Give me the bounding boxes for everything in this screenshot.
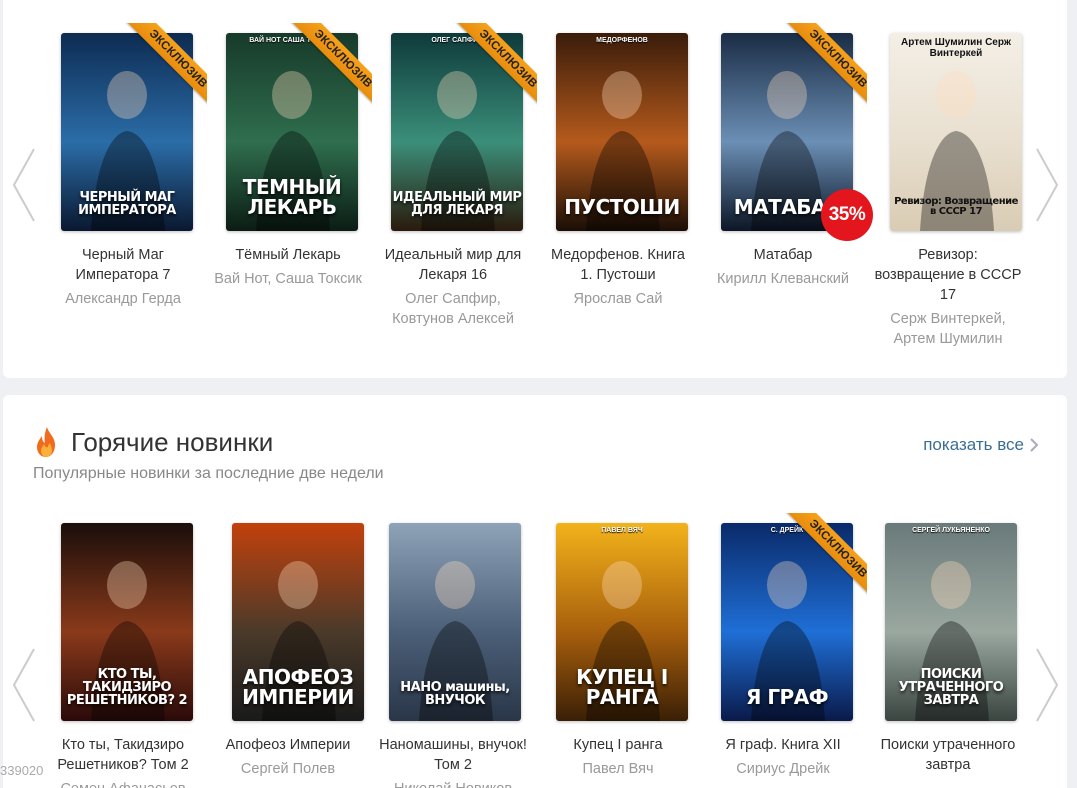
book-card[interactable]: КУПЕЦ I РАНГА ПАВЕЛ ВЯЧ Купец I ранга Павел… xyxy=(543,395,693,777)
corner-id-label: 339020 xyxy=(0,763,44,778)
book-title[interactable]: Медорфенов. Книга 1. Пустоши xyxy=(543,245,693,285)
cover-title-text: ПОИСКИ УТРАЧЕННОГО ЗАВТРА xyxy=(898,667,1004,708)
book-title[interactable]: Поиски утраченного завтра xyxy=(873,735,1023,775)
exclusive-ribbon: ЭКСКЛЮЗИВ xyxy=(117,23,207,113)
book-title[interactable]: Ревизор: возвращение в СССР 17 xyxy=(873,245,1023,305)
show-all-link[interactable]: показать все xyxy=(923,435,1039,455)
exclusive-label: ЭКСКЛЮЗИВ xyxy=(454,23,537,113)
chevron-right-icon xyxy=(1036,648,1059,722)
exclusive-ribbon: ЭКСКЛЮЗИВ xyxy=(777,23,867,113)
book-title[interactable]: Кто ты, Такидзиро Решетников? Том 2 xyxy=(48,735,198,775)
chevron-right-icon xyxy=(1030,438,1039,452)
book-author[interactable]: Ярослав Сай xyxy=(543,289,693,309)
book-title[interactable]: Купец I ранга xyxy=(543,735,693,755)
book-cover[interactable]: КУПЕЦ I РАНГА ПАВЕЛ ВЯЧ xyxy=(556,523,688,721)
book-cover[interactable]: ПУСТОШИ МЕДОРФЕНОВ xyxy=(556,33,688,231)
discount-badge: 35% xyxy=(821,189,873,241)
book-card[interactable]: КТО ТЫ, ТАКИДЗИРО РЕШЕТНИКОВ? 2 Кто ты, Т… xyxy=(48,395,198,788)
cover-title-text: ЧЕРНЫЙ МАГ ИМПЕРАТОРА xyxy=(78,190,176,218)
book-author[interactable]: Вай Нот, Саша Токсик xyxy=(213,269,363,289)
exclusive-label: ЭКСКЛЮЗИВ xyxy=(784,23,867,113)
book-title[interactable]: Апофеоз Империи xyxy=(213,735,363,755)
book-title[interactable]: Матабар xyxy=(708,245,858,265)
book-title[interactable]: Наномашины, внучок! Том 2 xyxy=(378,735,528,775)
chevron-left-icon xyxy=(12,148,35,222)
section-title: Горячие новинки xyxy=(71,426,274,457)
cover-author-text: МЕДОРФЕНОВ xyxy=(596,37,648,44)
exclusive-ribbon: ЭКСКЛЮЗИВ xyxy=(282,23,372,113)
recommended-carousel-panel: ЧЕРНЫЙ МАГ ИМПЕРАТОРА ЭКСКЛЮЗИВ Черный Маг… xyxy=(3,0,1067,378)
book-card[interactable]: ПОИСКИ УТРАЧЕННОГО ЗАВТРА СЕРГЕЙ ЛУКЬЯНЕН… xyxy=(873,395,1023,773)
exclusive-label: ЭКСКЛЮЗИВ xyxy=(289,23,372,113)
exclusive-label: ЭКСКЛЮЗИВ xyxy=(784,513,867,603)
book-author[interactable]: Сириус Дрейк xyxy=(708,759,858,779)
book-cover[interactable]: АПОФЕОЗ ИМПЕРИИ xyxy=(232,523,364,721)
book-author[interactable]: Сергей Полев xyxy=(213,759,363,779)
cover-title-text: ТЕМНЫЙ ЛЕКАРЬ xyxy=(242,175,342,219)
book-title[interactable]: Тёмный Лекарь xyxy=(213,245,363,265)
book-title[interactable]: Я граф. Книга XII xyxy=(708,735,858,755)
exclusive-ribbon: ЭКСКЛЮЗИВ xyxy=(447,23,537,113)
book-author[interactable]: Семен Афанасьев xyxy=(48,779,198,788)
book-author[interactable]: Кирилл Клеванский xyxy=(708,269,858,289)
book-author[interactable]: Александр Герда xyxy=(48,289,198,309)
cover-title-text: АПОФЕОЗ ИМПЕРИИ xyxy=(242,665,354,709)
cover-author-text: ПАВЕЛ ВЯЧ xyxy=(601,527,643,534)
book-cover[interactable]: НАНО машины, ВНУЧОК xyxy=(389,523,521,721)
book-author[interactable]: Николай Новиков xyxy=(378,779,528,788)
carousel-prev-arrow[interactable] xyxy=(8,645,38,725)
book-author[interactable]: Олег Сапфир, Ковтунов Алексей xyxy=(378,289,528,329)
book-card[interactable]: АПОФЕОЗ ИМПЕРИИ Апофеоз Империи Сергей Пол… xyxy=(213,395,364,777)
carousel-next-arrow[interactable] xyxy=(1033,645,1063,725)
exclusive-label: ЭКСКЛЮЗИВ xyxy=(124,23,207,113)
book-cover[interactable]: Ревизор: Возвращение в СССР 17 Артем Шуми… xyxy=(890,33,1022,231)
chevron-right-icon xyxy=(1036,148,1059,222)
book-card[interactable]: Я ГРАФ С. ДРЕЙК ЭКСКЛЮЗИВ Я граф. Книга XII… xyxy=(708,395,867,777)
cover-title-text: КУПЕЦ I РАНГА xyxy=(576,665,668,709)
cover-title-text: КТО ТЫ, ТАКИДЗИРО РЕШЕТНИКОВ? 2 xyxy=(66,667,188,708)
carousel-prev-arrow[interactable] xyxy=(8,145,38,225)
book-author[interactable]: Серж Винтеркей, Артем Шумилин xyxy=(873,309,1023,349)
exclusive-ribbon: ЭКСКЛЮЗИВ xyxy=(777,513,867,603)
book-title[interactable]: Идеальный мир для Лекаря 16 xyxy=(378,245,528,285)
cover-author-text: Артем Шумилин Серж Винтеркей xyxy=(901,37,1011,59)
cover-title-text: Ревизор: Возвращение в СССР 17 xyxy=(894,196,1018,217)
show-all-label: показать все xyxy=(923,435,1024,454)
book-title[interactable]: Черный Маг Императора 7 xyxy=(48,245,198,285)
cover-title-text: НАНО машины, ВНУЧОК xyxy=(400,680,510,708)
chevron-left-icon xyxy=(12,648,35,722)
section-header: Горячие новинки xyxy=(33,426,273,458)
hot-new-section: Горячие новинки Популярные новинки за по… xyxy=(3,395,1067,788)
cover-title-text: ПУСТОШИ xyxy=(564,195,680,219)
cover-author-text: СЕРГЕЙ ЛУКЬЯНЕНКО xyxy=(912,527,990,534)
book-author[interactable]: Павел Вяч xyxy=(543,759,693,779)
cover-title-text: Я ГРАФ xyxy=(745,685,829,709)
book-card[interactable]: НАНО машины, ВНУЧОК Наномашины, внучок! Т… xyxy=(378,395,528,788)
carousel-next-arrow[interactable] xyxy=(1033,145,1063,225)
fire-icon xyxy=(37,427,55,457)
cover-title-text: ИДЕАЛЬНЫЙ МИР ДЛЯ ЛЕКАРЯ xyxy=(392,190,522,218)
section-subtitle: Популярные новинки за последние две неде… xyxy=(33,465,384,482)
book-cover[interactable]: ПОИСКИ УТРАЧЕННОГО ЗАВТРА СЕРГЕЙ ЛУКЬЯНЕН… xyxy=(885,523,1017,721)
book-cover[interactable]: КТО ТЫ, ТАКИДЗИРО РЕШЕТНИКОВ? 2 xyxy=(61,523,193,721)
